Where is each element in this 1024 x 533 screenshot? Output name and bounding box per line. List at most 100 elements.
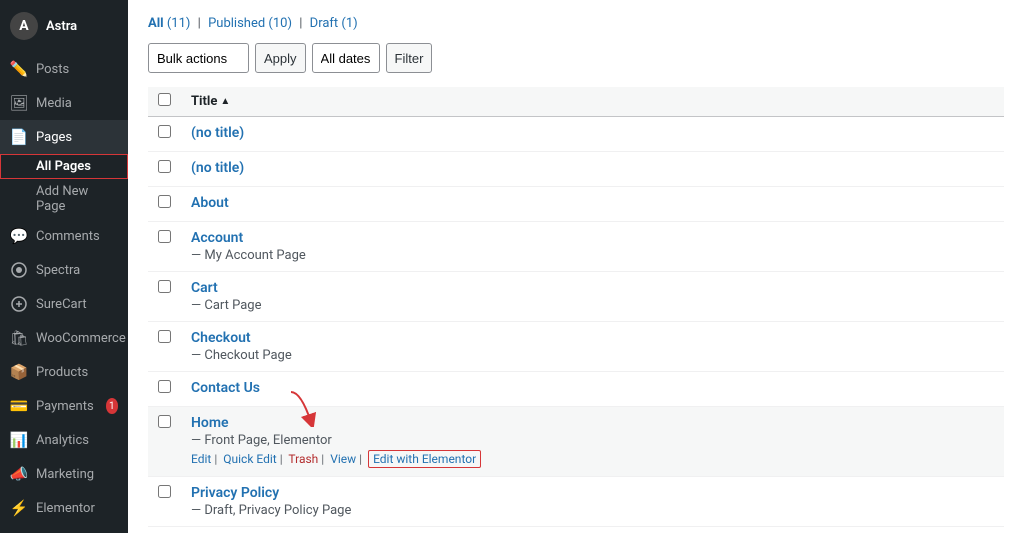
- row-checkbox[interactable]: [158, 195, 171, 208]
- bulk-actions-select[interactable]: Bulk actions Edit Move to Trash: [148, 43, 249, 73]
- payments-label: Payments: [36, 399, 94, 414]
- page-title-link[interactable]: (no title): [191, 125, 994, 141]
- sidebar-logo[interactable]: A Astra: [0, 0, 128, 52]
- row-checkbox[interactable]: [158, 330, 171, 343]
- elementor-icon: ⚡: [10, 499, 28, 517]
- payments-icon: 💳: [10, 397, 28, 415]
- sort-arrow-icon: ▲: [220, 96, 230, 107]
- row-checkbox[interactable]: [158, 160, 171, 173]
- row-title-cell: Cart — Cart Page Edit| Quick Edit| Trash…: [181, 272, 1004, 322]
- woocommerce-label: WooCommerce: [36, 331, 126, 346]
- page-subtitle: — Checkout Page: [191, 348, 292, 363]
- sidebar-item-media[interactable]: 🖼 Media: [0, 86, 128, 120]
- table-row: Contact Us Edit| Quick Edit| Trash| View: [148, 372, 1004, 407]
- table-row: (no title) Edit| Quick Edit| Trash| View: [148, 117, 1004, 152]
- surecart-icon: [10, 295, 28, 313]
- page-title-link[interactable]: (no title): [191, 160, 994, 176]
- row-title-cell: About Edit| Quick Edit| Trash| View: [181, 187, 1004, 222]
- title-sort[interactable]: Title ▲: [191, 94, 230, 109]
- table-row: Privacy Policy — Draft, Privacy Policy P…: [148, 477, 1004, 527]
- row-title-cell: Contact Us Edit| Quick Edit| Trash| View: [181, 372, 1004, 407]
- sidebar-item-woocommerce[interactable]: 🛍 WooCommerce: [0, 321, 128, 355]
- sidebar-item-products[interactable]: 📦 Products: [0, 355, 128, 389]
- edit-with-elementor-button[interactable]: Edit with Elementor: [368, 450, 481, 468]
- page-title-link[interactable]: Account: [191, 230, 994, 246]
- sidebar-item-elementor[interactable]: ⚡ Elementor: [0, 491, 128, 525]
- row-title-cell: (no title) Edit| Quick Edit| Trash| View: [181, 152, 1004, 187]
- sidebar-item-marketing[interactable]: 📣 Marketing: [0, 457, 128, 491]
- table-row: Cart — Cart Page Edit| Quick Edit| Trash…: [148, 272, 1004, 322]
- filter-all[interactable]: All (11): [148, 16, 190, 31]
- page-title-link[interactable]: Contact Us: [191, 380, 994, 396]
- home-page-title-link[interactable]: Home: [191, 415, 994, 431]
- filter-published[interactable]: Published (10): [208, 16, 292, 31]
- row-checkbox[interactable]: [158, 230, 171, 243]
- dates-select[interactable]: All dates: [312, 43, 380, 73]
- table-row: (no title) Edit| Quick Edit| Trash| View: [148, 152, 1004, 187]
- privacy-policy-title-link[interactable]: Privacy Policy: [191, 485, 994, 501]
- home-page-subtitle: — Front Page, Elementor: [191, 433, 332, 448]
- pages-icon: 📄: [10, 128, 28, 146]
- sidebar-item-analytics[interactable]: 📊 Analytics: [0, 423, 128, 457]
- page-subtitle: — Cart Page: [191, 298, 262, 313]
- marketing-icon: 📣: [10, 465, 28, 483]
- sidebar-subitem-all-pages[interactable]: All Pages: [0, 154, 128, 179]
- marketing-label: Marketing: [36, 467, 94, 482]
- comments-icon: 💬: [10, 227, 28, 245]
- sidebar-item-templates[interactable]: 📋 Templates: [0, 525, 128, 533]
- checkbox-column-header: [148, 87, 181, 117]
- row-checkbox[interactable]: [158, 280, 171, 293]
- elementor-label: Elementor: [36, 501, 95, 516]
- select-all-checkbox[interactable]: [158, 93, 171, 106]
- media-label: Media: [36, 96, 72, 111]
- sidebar-item-spectra[interactable]: Spectra: [0, 253, 128, 287]
- privacy-policy-subtitle: — Draft, Privacy Policy Page: [191, 503, 351, 518]
- sidebar-item-payments[interactable]: 💳 Payments 1: [0, 389, 128, 423]
- posts-icon: ✏️: [10, 60, 28, 78]
- comments-label: Comments: [36, 229, 100, 244]
- page-title-link[interactable]: Cart: [191, 280, 994, 296]
- row-checkbox[interactable]: [158, 485, 171, 498]
- sidebar-item-pages[interactable]: 📄 Pages: [0, 120, 128, 154]
- home-quick-edit-link[interactable]: Quick Edit: [223, 452, 276, 466]
- posts-label: Posts: [36, 62, 69, 77]
- row-title-cell: Account — My Account Page Edit| Quick Ed…: [181, 222, 1004, 272]
- title-label: Title: [191, 94, 217, 109]
- sidebar-logo-label: Astra: [46, 19, 77, 34]
- spectra-label: Spectra: [36, 263, 80, 278]
- spectra-icon: [10, 261, 28, 279]
- sidebar-item-surecart[interactable]: SureCart: [0, 287, 128, 321]
- sidebar-subitem-add-new-page[interactable]: Add New Page: [0, 179, 128, 219]
- table-row: Checkout — Checkout Page Edit| Quick Edi…: [148, 322, 1004, 372]
- filter-button[interactable]: Filter: [386, 43, 433, 73]
- analytics-icon: 📊: [10, 431, 28, 449]
- title-column-header[interactable]: Title ▲: [181, 87, 1004, 117]
- row-title-cell: (no title) Edit| Quick Edit| Trash| View: [181, 117, 1004, 152]
- home-trash-link[interactable]: Trash: [288, 452, 318, 466]
- main-content: All (11) | Published (10) | Draft (1) Bu…: [128, 0, 1024, 533]
- sidebar-item-posts[interactable]: ✏️ Posts: [0, 52, 128, 86]
- table-row: About Edit| Quick Edit| Trash| View: [148, 187, 1004, 222]
- row-checkbox[interactable]: [158, 125, 171, 138]
- payments-badge: 1: [106, 398, 118, 414]
- page-title-link[interactable]: About: [191, 195, 994, 211]
- row-checkbox[interactable]: [158, 415, 171, 428]
- row-checkbox[interactable]: [158, 380, 171, 393]
- page-title-link[interactable]: Checkout: [191, 330, 994, 346]
- sidebar-item-comments[interactable]: 💬 Comments: [0, 219, 128, 253]
- products-icon: 📦: [10, 363, 28, 381]
- table-row: Account — My Account Page Edit| Quick Ed…: [148, 222, 1004, 272]
- pages-label: Pages: [36, 130, 72, 145]
- filter-links: All (11) | Published (10) | Draft (1): [148, 16, 1004, 31]
- analytics-label: Analytics: [36, 433, 89, 448]
- media-icon: 🖼: [10, 94, 28, 112]
- apply-button[interactable]: Apply: [255, 43, 306, 73]
- row-title-cell: Checkout — Checkout Page Edit| Quick Edi…: [181, 322, 1004, 372]
- home-view-link[interactable]: View: [330, 452, 356, 466]
- filter-draft[interactable]: Draft (1): [310, 16, 358, 31]
- surecart-label: SureCart: [36, 297, 87, 312]
- woocommerce-icon: 🛍: [10, 329, 28, 347]
- products-label: Products: [36, 365, 88, 380]
- home-edit-link[interactable]: Edit: [191, 452, 211, 466]
- row-title-cell-home: Home — Front Page, Elementor: [181, 407, 1004, 477]
